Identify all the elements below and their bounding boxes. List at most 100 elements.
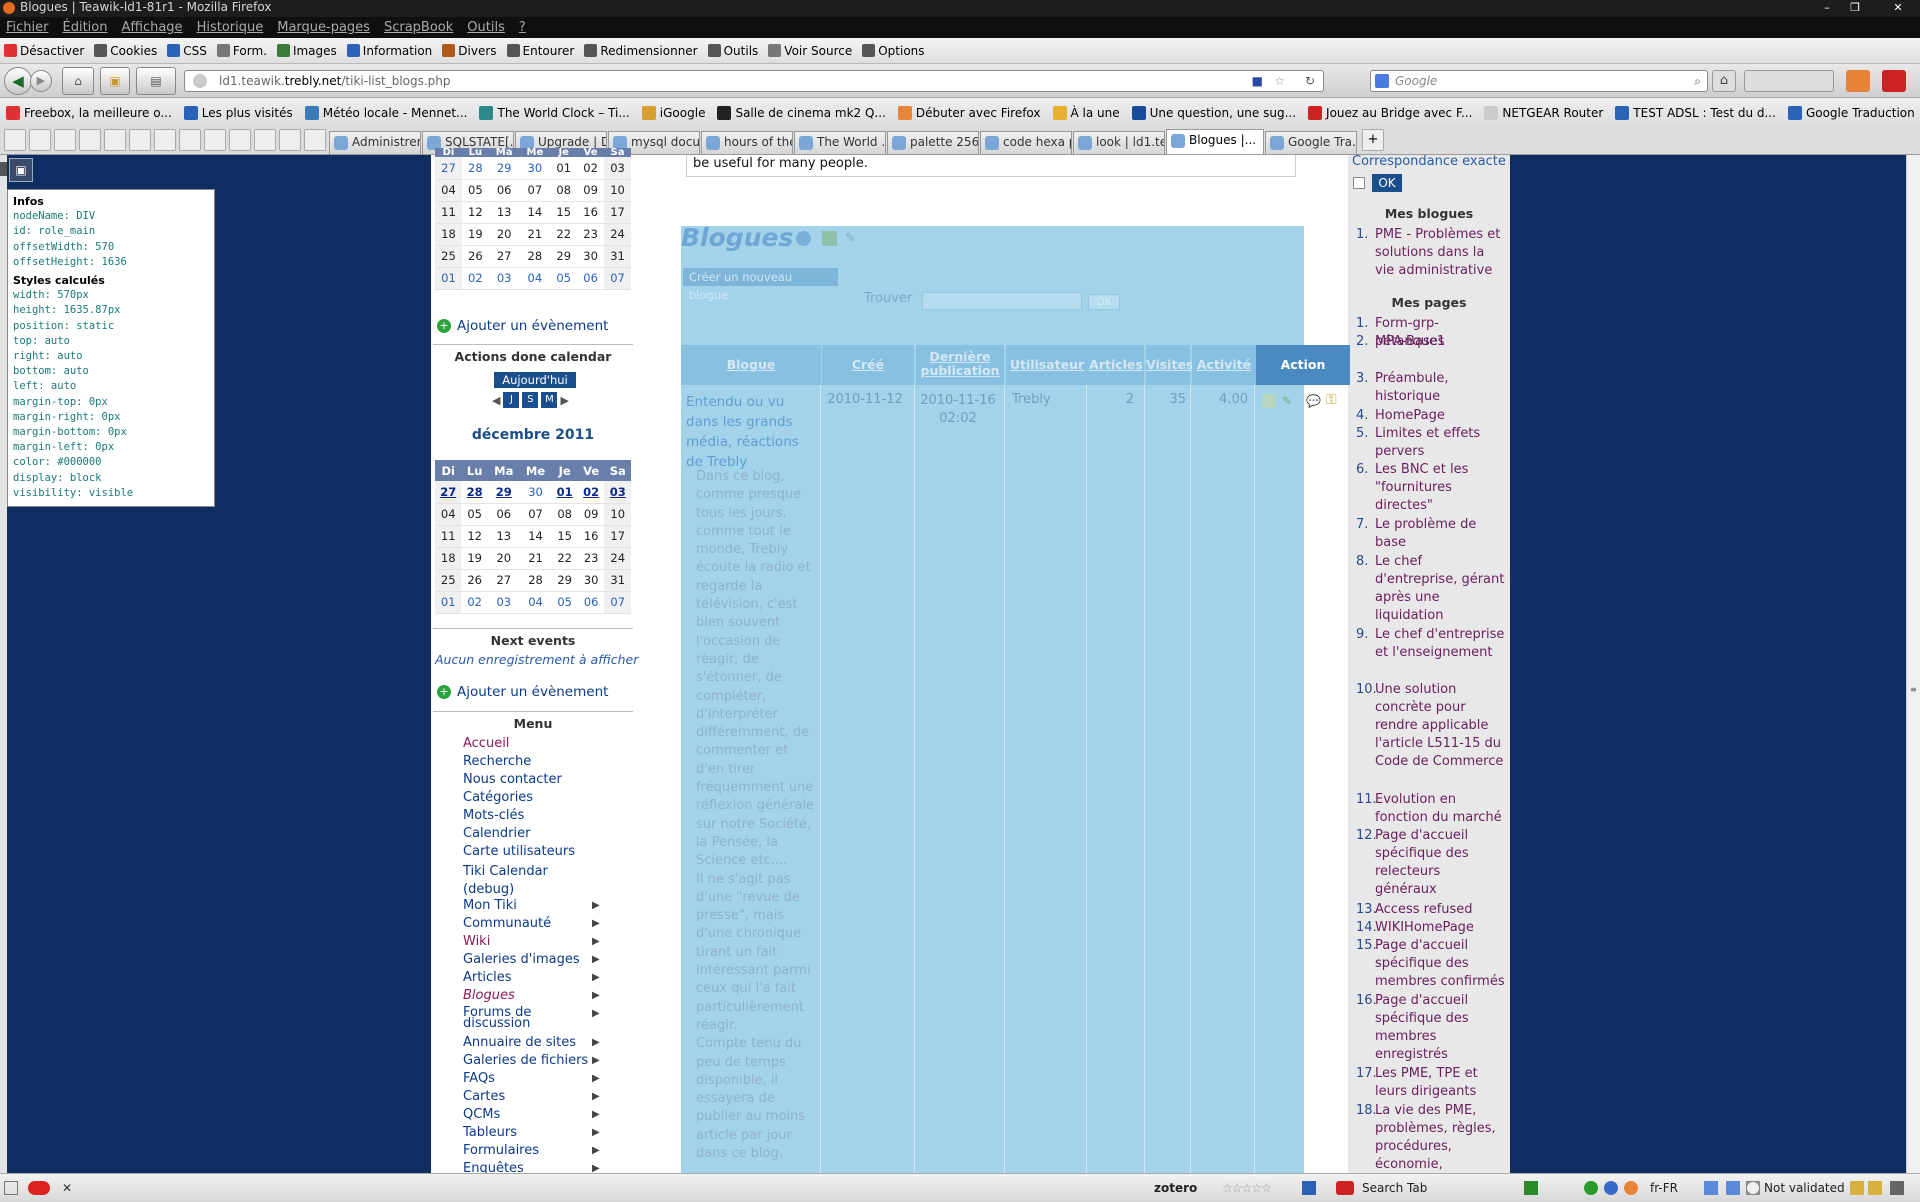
menu-item[interactable]: Carte utilisateurs bbox=[463, 845, 603, 858]
calendar-day[interactable]: 15 bbox=[550, 201, 578, 224]
calendar-day[interactable]: 17 bbox=[604, 525, 631, 548]
zotero-label[interactable]: zotero bbox=[1154, 1181, 1197, 1195]
calendar-day[interactable]: 24 bbox=[604, 547, 631, 570]
calendar-day[interactable]: 02 bbox=[577, 157, 605, 180]
calendar-day[interactable]: 11 bbox=[435, 525, 462, 548]
status-addon-icon[interactable] bbox=[1584, 1181, 1598, 1195]
calendar-day[interactable]: 02 bbox=[461, 591, 488, 614]
calendar-day[interactable]: 11 bbox=[435, 201, 462, 224]
menu-item[interactable]: Catégories bbox=[463, 791, 603, 804]
forward-button[interactable]: ▶ bbox=[30, 70, 52, 92]
menu-item[interactable]: FAQs ▶ bbox=[463, 1072, 603, 1085]
calendar-day[interactable]: 16 bbox=[577, 201, 605, 224]
calendar-day[interactable]: 04 bbox=[519, 591, 552, 614]
menu-item[interactable]: Wiki ▶ bbox=[463, 935, 603, 948]
calendar-day[interactable]: 21 bbox=[519, 547, 552, 570]
menu-item[interactable]: Articles ▶ bbox=[463, 971, 603, 984]
calendar-day[interactable]: 19 bbox=[461, 223, 489, 246]
calendar-day[interactable]: 03 bbox=[604, 481, 631, 504]
calendar-day[interactable]: 07 bbox=[519, 503, 552, 526]
tab-tool-icon[interactable] bbox=[304, 129, 326, 151]
validator-icon[interactable] bbox=[1746, 1181, 1760, 1195]
webdev-item-5[interactable]: Information bbox=[346, 44, 432, 58]
my-blog-item[interactable]: 1. PME - Problèmes et solutions dans la v… bbox=[1356, 226, 1506, 280]
language-label[interactable]: fr-FR bbox=[1650, 1181, 1678, 1195]
status-addon-icon[interactable] bbox=[1604, 1181, 1618, 1195]
bookmark-item[interactable]: Débuter avec Firefox bbox=[897, 105, 1041, 120]
calendar-day[interactable]: 16 bbox=[577, 525, 605, 548]
calendar-day[interactable]: 04 bbox=[519, 267, 551, 290]
calendar-day[interactable]: 10 bbox=[604, 503, 631, 526]
menu-item[interactable]: QCMs ▶ bbox=[463, 1108, 603, 1121]
browser-tab[interactable]: look | ld1.te... bbox=[1073, 131, 1165, 154]
calendar-day[interactable]: 30 bbox=[519, 157, 551, 180]
menu-item[interactable]: Cartes ▶ bbox=[463, 1090, 603, 1103]
calendar-day[interactable]: 12 bbox=[461, 201, 489, 224]
prev-icon[interactable]: ◀ bbox=[492, 394, 500, 407]
my-page-item[interactable]: 4. HomePage bbox=[1356, 407, 1506, 425]
firefox-addon-icon[interactable] bbox=[1624, 1181, 1638, 1195]
menu-item[interactable]: Tiki Calendar (debug) bbox=[463, 863, 603, 899]
bookmark-item[interactable]: Jouez au Bridge avec F... bbox=[1308, 105, 1472, 120]
calendar-day[interactable]: 12 bbox=[461, 525, 488, 548]
abp-icon[interactable] bbox=[28, 1181, 50, 1195]
status-addon-icon[interactable] bbox=[1890, 1181, 1904, 1195]
webdev-item-11[interactable]: Options bbox=[862, 44, 925, 58]
status-addon-icon[interactable] bbox=[1704, 1181, 1718, 1195]
menu-item[interactable]: Forums de discussion ▶ bbox=[463, 1006, 603, 1030]
close-window-button[interactable]: ✕ bbox=[1880, 0, 1916, 15]
tab-tool-icon[interactable] bbox=[79, 129, 101, 151]
menu-7[interactable]: ? bbox=[519, 17, 526, 38]
search-icon[interactable]: ⌕ bbox=[1694, 71, 1701, 91]
tab-tool-icon[interactable] bbox=[54, 129, 76, 151]
rss-icon[interactable] bbox=[1846, 70, 1870, 92]
my-page-item[interactable]: 6. Les BNC et les "fournitures directes" bbox=[1356, 461, 1506, 515]
tab-tool-icon[interactable] bbox=[129, 129, 151, 151]
browser-tab[interactable]: palette 256 ... bbox=[887, 131, 979, 154]
calendar-day[interactable]: 23 bbox=[577, 223, 605, 246]
calendar-day[interactable]: 14 bbox=[519, 201, 551, 224]
my-page-item[interactable]: 16. Page d'accueil spécifique des membres… bbox=[1356, 992, 1506, 1064]
my-page-item[interactable]: 10. Une solution concrète pour rendre app… bbox=[1356, 681, 1506, 771]
bookmark-item[interactable]: iGoogle bbox=[641, 105, 705, 120]
calendar-day[interactable]: 22 bbox=[550, 223, 578, 246]
status-page-icon[interactable] bbox=[4, 1181, 18, 1195]
menu-item[interactable]: Galeries de fichiers ▶ bbox=[463, 1054, 603, 1067]
tab-tool-icon[interactable] bbox=[29, 129, 51, 151]
calendar-day[interactable]: 26 bbox=[461, 245, 489, 268]
bookmark-item[interactable]: The World Clock – Ti... bbox=[479, 105, 630, 120]
edit-template-icon[interactable] bbox=[822, 231, 837, 246]
view-icon[interactable] bbox=[1262, 394, 1276, 408]
calendar-day[interactable]: 27 bbox=[435, 481, 462, 504]
menu-4[interactable]: Marque-pages bbox=[277, 17, 370, 38]
home-page-button[interactable]: ⌂ bbox=[62, 67, 94, 95]
menu-1[interactable]: Édition bbox=[63, 17, 108, 38]
webdev-item-6[interactable]: Divers bbox=[442, 44, 497, 58]
today-button[interactable]: Aujourd'hui bbox=[494, 372, 576, 388]
status-addon-icon[interactable] bbox=[1726, 1181, 1740, 1195]
calendar-day[interactable]: 01 bbox=[435, 267, 462, 290]
reload-icon[interactable]: ↻ bbox=[1305, 71, 1315, 91]
calendar-day[interactable]: 31 bbox=[604, 245, 631, 268]
calendar-day[interactable]: 06 bbox=[488, 179, 520, 202]
webdev-item-1[interactable]: Cookies bbox=[94, 44, 157, 58]
my-page-item[interactable]: 14. WIKIHomePage bbox=[1356, 919, 1506, 937]
column-header[interactable]: Visites bbox=[1146, 345, 1193, 385]
blog-title-link[interactable]: Entendu ou vu dans les grands média, réa… bbox=[686, 392, 818, 472]
status-addon-icon[interactable] bbox=[1302, 1181, 1316, 1195]
calendar-day[interactable]: 04 bbox=[435, 503, 462, 526]
create-blog-button[interactable]: Créer un nouveau blogue bbox=[683, 268, 838, 302]
find-ok-button[interactable]: OK bbox=[1088, 294, 1120, 310]
calendar-day[interactable]: 01 bbox=[550, 157, 578, 180]
search-ok-button[interactable]: OK bbox=[1372, 174, 1402, 192]
calendar-day[interactable]: 03 bbox=[487, 591, 520, 614]
next-icon[interactable]: ▶ bbox=[560, 394, 568, 407]
url-bar[interactable]: ld1.teawik.trebly.net/tiki-list_blogs.ph… bbox=[184, 70, 1324, 92]
tab-tool-icon[interactable] bbox=[254, 129, 276, 151]
my-page-item[interactable]: 15. Page d'accueil spécifique des membres… bbox=[1356, 937, 1506, 991]
calendar-day[interactable]: 08 bbox=[551, 503, 578, 526]
menu-0[interactable]: Fichier bbox=[6, 17, 49, 38]
calendar-day[interactable]: 25 bbox=[435, 245, 462, 268]
bookmark-item[interactable]: À la une bbox=[1052, 105, 1120, 120]
bookmark-item[interactable]: Les plus visités bbox=[183, 105, 293, 120]
